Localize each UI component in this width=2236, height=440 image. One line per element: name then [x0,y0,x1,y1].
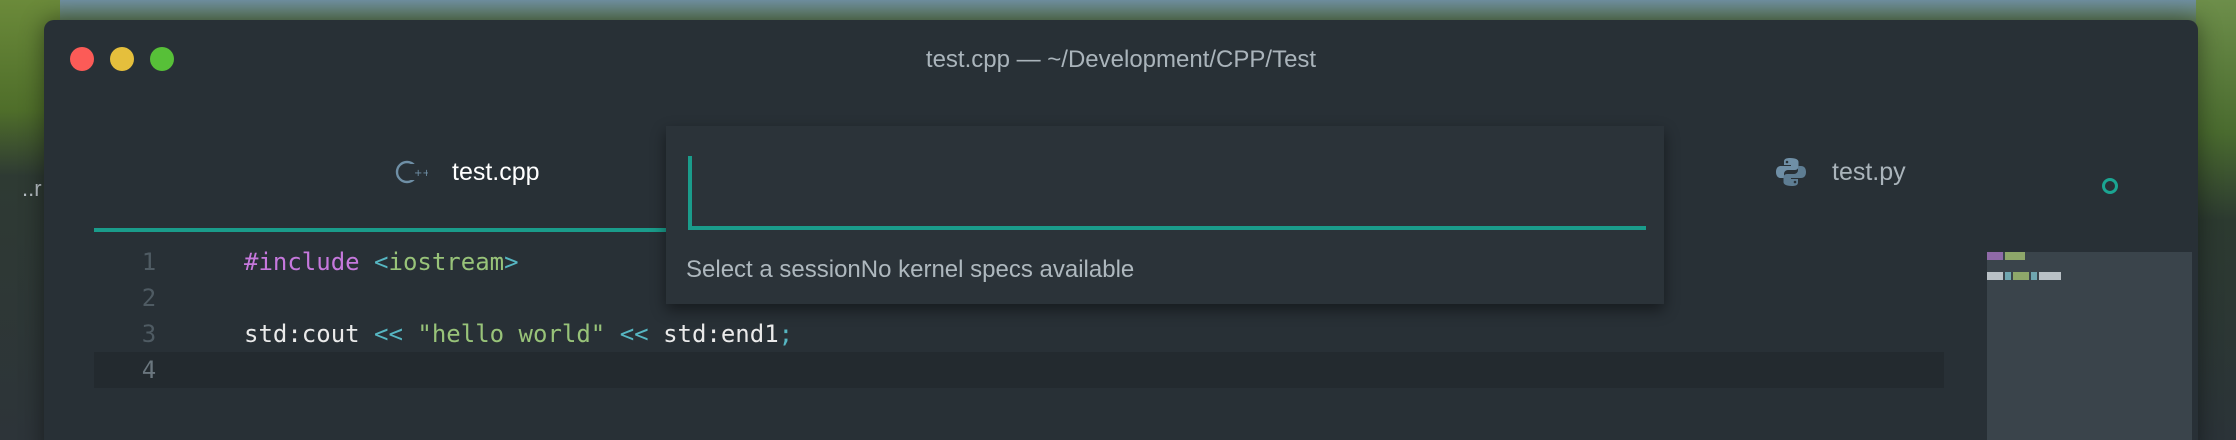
minimap-line [2005,252,2025,260]
titlebar: test.cpp — ~/Development/CPP/Test [44,20,2198,100]
editor-window: test.cpp — ~/Development/CPP/Test ++ tes… [44,20,2198,440]
code-token: #include [244,248,360,276]
session-search-input[interactable] [688,156,1646,230]
tab-test-py[interactable]: test.py [1774,152,1906,192]
tab-label: test.cpp [452,157,540,186]
line-number: 1 [141,248,157,276]
tab-label: test.py [1832,157,1906,186]
code-token: std:end1 [663,320,779,348]
code-token: ; [778,320,794,348]
minimap-line [2005,272,2011,280]
line-number: 3 [141,320,157,348]
minimap-line [2039,272,2061,280]
minimap-line [1987,252,2003,260]
code-token: < [374,248,389,276]
code-token: << [619,320,649,348]
svg-text:++: ++ [414,168,428,179]
code-token: std:cout [244,320,360,348]
line-number: 4 [141,356,157,384]
code-line[interactable] [244,352,793,388]
modified-indicator-icon[interactable] [2102,178,2118,194]
code-token: << [374,320,403,348]
minimap-line [2031,272,2037,280]
line-number-gutter: 1 2 3 4 [94,244,204,388]
minimap-line [2013,272,2029,280]
session-picker: Select a sessionNo kernel specs availabl… [666,126,1664,304]
line-number: 2 [141,284,157,312]
background-window-text: ..r [22,176,42,201]
code-token: "hello world" [417,320,606,348]
code-token: > [504,248,519,276]
code-token: iostream [388,248,505,276]
minimap-line [1987,272,2003,280]
tab-test-cpp[interactable]: ++ test.cpp [394,152,540,192]
cpp-icon: ++ [394,155,431,189]
minimap[interactable] [1987,252,2192,440]
desktop-wallpaper-right [2196,0,2236,440]
python-icon [1774,155,1808,189]
window-title: test.cpp — ~/Development/CPP/Test [925,46,1317,73]
session-picker-message: Select a sessionNo kernel specs availabl… [686,256,1135,283]
code-line[interactable]: std:cout << "hello world" << std:end1; [244,316,793,352]
